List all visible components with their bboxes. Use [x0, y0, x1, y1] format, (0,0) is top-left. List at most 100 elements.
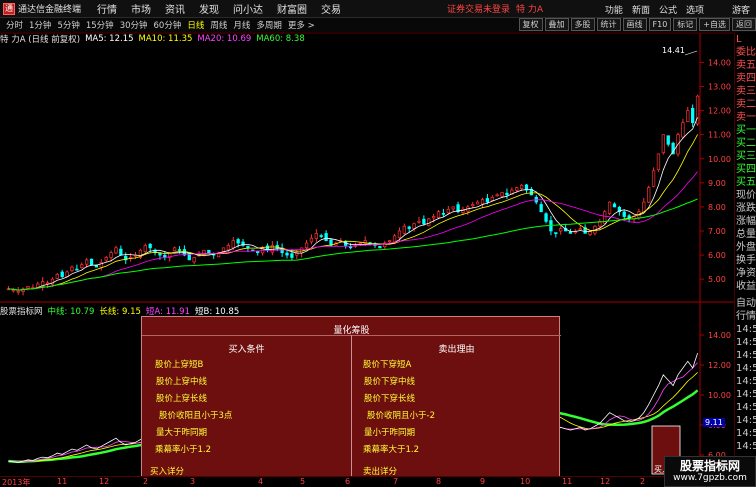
candle-body: [475, 201, 480, 205]
x-tick: 7: [393, 477, 399, 486]
candle-body: [309, 237, 314, 243]
tick-item: 14:5: [736, 441, 756, 452]
candle-body: [36, 283, 40, 288]
panel-item: 卖一: [736, 112, 756, 123]
x-tick: 9: [480, 477, 486, 486]
candle-body: [104, 257, 108, 261]
watermark: 股票指标网 www.7gpzb.com: [664, 456, 756, 487]
candle-body: [505, 192, 509, 196]
candle-body: [75, 268, 79, 271]
indicator-current-value: 9.11: [703, 418, 725, 427]
panel-item: 换手: [736, 255, 756, 266]
candle-body: [182, 249, 187, 256]
panel-item: 净资: [736, 268, 756, 279]
panel-item: 卖二: [736, 99, 756, 110]
candle-body: [348, 246, 353, 249]
candle-body: [647, 187, 651, 203]
price-label: 7.00: [708, 227, 726, 236]
candle-body: [55, 273, 59, 279]
candle-body: [11, 289, 15, 292]
watermark-url: www.7gpzb.com: [673, 473, 747, 483]
price-label: 12.00: [708, 107, 731, 116]
candle-body: [607, 201, 612, 214]
sell-condition-3: 股价下穿长线: [364, 394, 416, 404]
candle-body: [324, 233, 328, 241]
candle-body: [109, 252, 113, 258]
high-marker-arrow: [684, 50, 698, 56]
panel-item: 卖五: [736, 60, 756, 71]
x-tick: 12: [99, 477, 110, 486]
candle-body: [427, 218, 431, 227]
candle-body: [16, 290, 20, 293]
candle-body: [559, 228, 563, 232]
buy-condition-3: 股价上穿长线: [156, 394, 208, 404]
ind-price-label: 10.00: [708, 391, 731, 400]
candle-body: [417, 221, 421, 223]
candle-body: [246, 245, 250, 249]
tick-item: 14:5: [736, 376, 756, 387]
panel-item: 外盘: [736, 242, 756, 253]
tick-item: 行情: [736, 311, 756, 322]
price-label: 8.00: [708, 203, 726, 212]
indicator-long: 长线: 9.15: [99, 307, 141, 317]
candle-body: [226, 245, 231, 251]
sell-condition-6: 乘幕率大于1.2: [363, 445, 420, 455]
ma60-value: MA60: 8.38: [256, 34, 305, 44]
x-tick: 8: [436, 477, 442, 486]
candle-body: [143, 245, 147, 252]
panel-item: 现价: [736, 190, 756, 201]
panel-item: 涨跌: [736, 203, 756, 214]
candle-body: [578, 228, 582, 230]
candle-body: [290, 253, 294, 258]
candle-body: [148, 243, 152, 249]
x-tick: 3: [190, 477, 196, 486]
tick-item: 14:5: [736, 350, 756, 361]
ma5-line: [8, 117, 698, 291]
candle-body: [304, 242, 309, 248]
candle-body: [412, 223, 416, 229]
sell-condition-1: 股价下穿短A: [363, 360, 412, 370]
candle-body: [485, 198, 490, 203]
candle-body: [231, 240, 235, 249]
price-label: 13.00: [708, 83, 731, 92]
stock-label: 特 力A (日线 前复权): [0, 35, 81, 45]
candle-body: [397, 230, 402, 238]
candle-body: [89, 258, 94, 266]
candle-body: [300, 247, 304, 254]
candle-body: [661, 134, 665, 154]
candle-body: [392, 235, 397, 243]
candle-body: [515, 187, 519, 191]
x-tick: 6: [345, 477, 351, 486]
panel-item: 买二: [736, 138, 756, 149]
candle-body: [436, 211, 441, 218]
candle-body: [60, 271, 64, 278]
indicator-mid: 中线: 10.79: [47, 307, 95, 317]
candle-body: [358, 242, 362, 245]
app-window: 通 通达信金融终端 行情 市场 资讯 发现 问小达 财富圈 交易 证券交易未登录…: [0, 0, 756, 487]
panel-item: 卖四: [736, 73, 756, 84]
panel-item: 委比: [736, 47, 756, 58]
x-tick: 10: [520, 477, 531, 486]
candle-body: [480, 199, 485, 205]
candle-body: [544, 213, 548, 222]
candle-body: [270, 245, 275, 253]
watermark-title: 股票指标网: [679, 459, 740, 473]
candle-body: [539, 204, 543, 213]
quant-popup[interactable]: 量化筹股 买入条件 卖出理由 股价上穿短B 股价上穿中线 股价上穿长线 股价收阳…: [141, 316, 561, 479]
candle-body: [119, 248, 123, 256]
candle-body: [402, 225, 406, 234]
tick-item: 14:5: [736, 324, 756, 335]
ind-price-label: 12.00: [708, 361, 731, 370]
candle-body: [568, 231, 573, 234]
x-axis: 2013年 11 12 2 3 4 5 6 7 8 9 10 11 12 2 3: [0, 476, 700, 487]
price-label: 14.00: [708, 58, 731, 67]
panel-corner-label: L: [736, 34, 742, 45]
tick-list: 自动 行情 14:5 14:5 14:5 14:5 14:5 14:5 14:5 14:5 14:5…: [735, 297, 756, 453]
candle-body: [207, 249, 211, 254]
indicator-name[interactable]: 股票指标网: [0, 305, 43, 317]
tick-item: 14:5: [736, 415, 756, 426]
panel-item: 涨幅: [736, 216, 756, 227]
candle-body: [656, 153, 661, 171]
x-tick: 2: [143, 477, 149, 486]
candle-body: [446, 208, 450, 214]
